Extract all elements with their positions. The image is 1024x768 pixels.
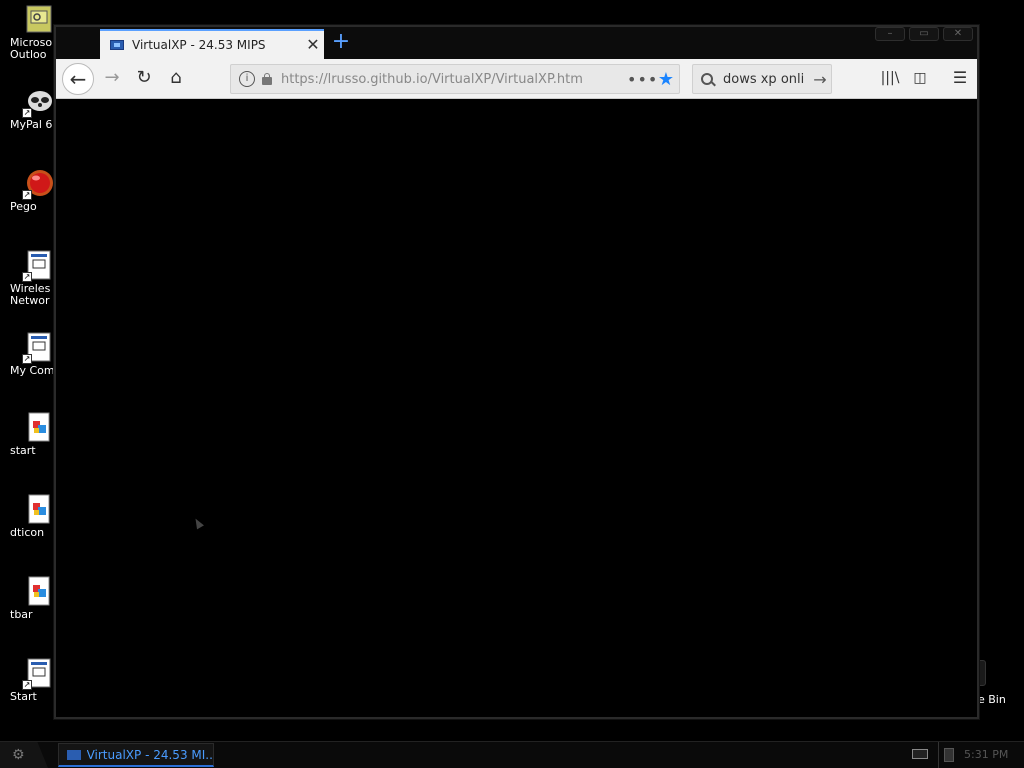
close-icon[interactable]: ✕ xyxy=(302,37,324,53)
document-icon: ↗ xyxy=(22,332,54,364)
document-icon: ↗ xyxy=(22,658,54,690)
document-icon: ↗ xyxy=(22,250,54,282)
virtualxp-favicon-icon xyxy=(110,40,124,50)
virtualxp-favicon-icon xyxy=(67,749,81,760)
tab-virtualxp[interactable]: VirtualXP - 24.53 MIPS ✕ xyxy=(100,29,324,59)
maximize-button[interactable]: ▭ xyxy=(909,27,939,41)
search-bar[interactable]: dows xp onli → xyxy=(692,64,832,94)
browser-window: VirtualXP - 24.53 MIPS ✕ + – ▭ ✕ ← → ↻ ⌂… xyxy=(54,25,979,719)
shortcut-arrow-icon: ↗ xyxy=(22,680,32,690)
url-text[interactable]: https://lrusso.github.io/VirtualXP/Virtu… xyxy=(281,72,627,87)
home-button[interactable]: ⌂ xyxy=(160,63,192,95)
raccoon-icon: ↗ xyxy=(22,86,54,118)
recycle-bin-label: e Bin xyxy=(978,693,1006,706)
back-button[interactable]: ← xyxy=(62,63,94,95)
close-window-button[interactable]: ✕ xyxy=(943,27,973,41)
tab-bar: VirtualXP - 24.53 MIPS ✕ + – ▭ ✕ xyxy=(56,27,977,59)
forward-button[interactable]: → xyxy=(96,63,128,95)
tray-divider xyxy=(938,742,939,768)
page-actions-icon[interactable]: ••• xyxy=(627,70,657,89)
taskbar-item-label: VirtualXP - 24.53 MI... xyxy=(86,747,213,762)
tray-device-icon[interactable] xyxy=(944,748,954,762)
window-controls: – ▭ ✕ xyxy=(875,27,973,41)
lock-icon[interactable] xyxy=(261,73,273,85)
bookmark-star-icon[interactable]: ★ xyxy=(653,69,679,90)
info-icon[interactable]: i xyxy=(239,71,255,87)
shortcut-arrow-icon: ↗ xyxy=(22,190,32,200)
mouse-cursor-icon xyxy=(192,516,204,530)
image-file-icon xyxy=(24,494,54,524)
taskbar: ⚙ VirtualXP - 24.53 MI... 5:31 PM xyxy=(0,741,1024,768)
outlook-icon xyxy=(24,4,54,34)
keyboard-icon[interactable] xyxy=(912,749,928,759)
hamburger-menu-icon[interactable]: ☰ xyxy=(944,63,976,95)
start-button[interactable]: ⚙ xyxy=(0,742,48,768)
shortcut-arrow-icon: ↗ xyxy=(22,272,32,282)
red-orb-icon: ↗ xyxy=(22,168,54,200)
tab-title: VirtualXP - 24.53 MIPS xyxy=(132,38,266,52)
navigation-toolbar: ← → ↻ ⌂ i https://lrusso.github.io/Virtu… xyxy=(56,59,977,99)
search-go-arrow-icon[interactable]: → xyxy=(809,70,831,89)
image-file-icon xyxy=(24,576,54,606)
clock[interactable]: 5:31 PM xyxy=(964,748,1008,761)
image-file-icon xyxy=(24,412,54,442)
sidebar-toggle-button[interactable]: ◫ xyxy=(904,63,936,95)
url-bar[interactable]: i https://lrusso.github.io/VirtualXP/Vir… xyxy=(230,64,680,94)
library-button[interactable]: |||\ xyxy=(874,63,906,95)
shortcut-arrow-icon: ↗ xyxy=(22,108,32,118)
taskbar-item-virtualxp[interactable]: VirtualXP - 24.53 MI... xyxy=(58,743,214,767)
minimize-button[interactable]: – xyxy=(875,27,905,41)
page-content[interactable] xyxy=(56,100,977,717)
shortcut-arrow-icon: ↗ xyxy=(22,354,32,364)
reload-button[interactable]: ↻ xyxy=(128,63,160,95)
search-icon xyxy=(701,73,713,85)
new-tab-button[interactable]: + xyxy=(330,31,352,55)
search-input[interactable]: dows xp onli xyxy=(723,72,809,87)
